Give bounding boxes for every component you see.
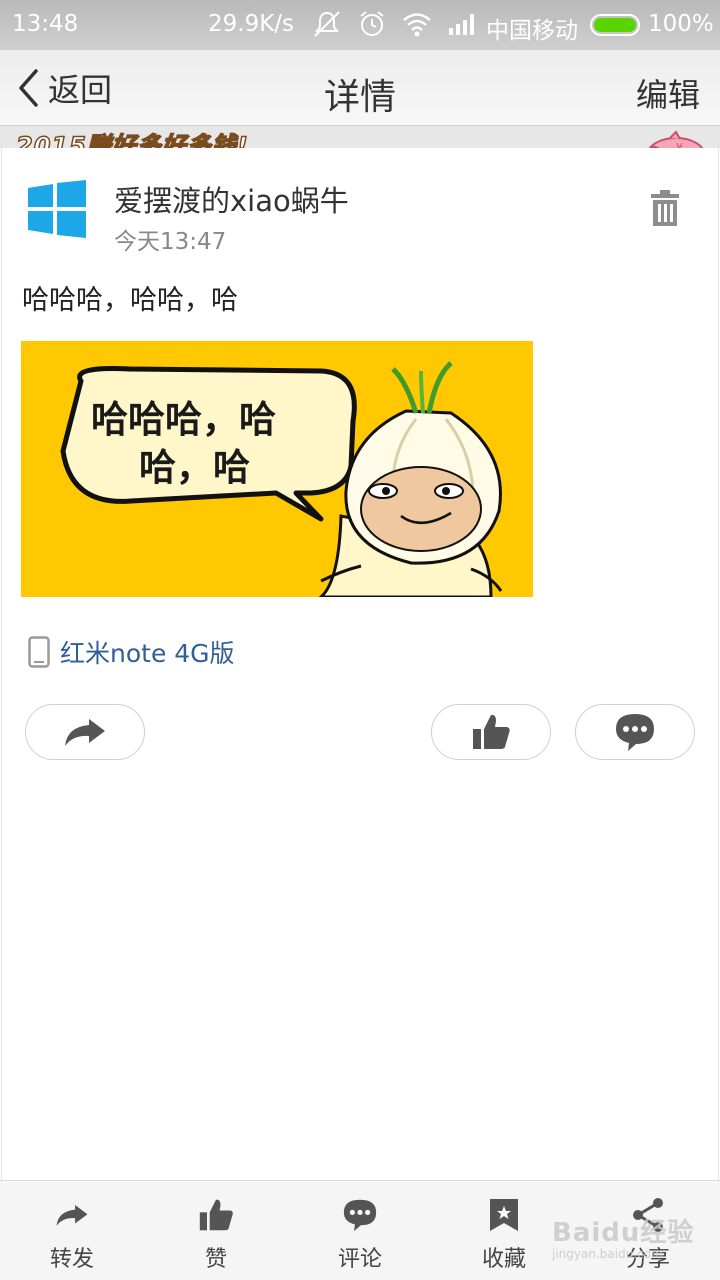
signal-icon: [449, 14, 474, 35]
share-button[interactable]: [25, 704, 145, 760]
device-label: 红米note 4G版: [60, 639, 235, 668]
tab-label: 收藏: [481, 1247, 526, 1272]
tab-forward[interactable]: 转发: [0, 1181, 144, 1280]
post-text: 哈哈哈，哈哈，哈: [22, 285, 238, 316]
trash-icon[interactable]: [650, 190, 680, 226]
promo-banner: 2015赚好多好多钱!: [0, 126, 720, 161]
thumbs-up-icon: [199, 1199, 233, 1231]
back-label: 返回: [48, 71, 113, 109]
post-timestamp: 今天13:47: [114, 229, 227, 255]
battery-icon: [590, 14, 640, 36]
tab-favorite[interactable]: 收藏: [432, 1181, 576, 1280]
status-icons: [312, 10, 478, 38]
avatar[interactable]: [26, 180, 88, 238]
post-image[interactable]: 哈哈哈，哈 哈，哈: [21, 341, 533, 597]
network-speed: 29.9K/s: [208, 11, 295, 37]
edit-button[interactable]: 编辑: [636, 70, 700, 116]
forward-icon: [56, 1204, 88, 1226]
tab-label: 评论: [337, 1247, 382, 1272]
bookmark-icon: [490, 1199, 518, 1231]
share-icon: [65, 719, 105, 746]
phone-icon: [28, 636, 50, 668]
alarm-icon: [360, 11, 384, 36]
bubble-text-line1: 哈哈哈，哈: [91, 398, 276, 441]
wifi-icon: [403, 13, 431, 37]
battery-percent: 100%: [648, 11, 714, 37]
tab-like[interactable]: 赞: [144, 1181, 288, 1280]
like-button[interactable]: [431, 704, 551, 760]
status-time: 13:48: [12, 11, 79, 37]
carrier-name: 中国移动: [486, 18, 578, 44]
title-bar: 返回 详情 编辑: [0, 50, 720, 126]
tab-label: 分享: [625, 1247, 670, 1272]
comment-button[interactable]: [575, 704, 695, 760]
bottom-toolbar: 转发 赞 评论 收藏 分享: [0, 1180, 720, 1280]
status-bar: 13:48 29.9K/s 中国移动 100%: [0, 0, 720, 50]
tab-share[interactable]: 分享: [576, 1181, 720, 1280]
tab-label: 转发: [49, 1247, 94, 1272]
tab-comment[interactable]: 评论: [288, 1181, 432, 1280]
comment-icon: [616, 714, 654, 751]
like-icon: [473, 714, 510, 749]
cartoon-illustration: [60, 361, 503, 597]
post-username[interactable]: 爱摆渡的xiao蜗牛: [114, 178, 349, 220]
share-icon: [633, 1198, 663, 1232]
mute-icon: [314, 11, 340, 37]
chevron-left-icon: [19, 69, 38, 107]
back-button[interactable]: 返回: [16, 68, 113, 109]
comment-icon: [343, 1199, 377, 1232]
device-source[interactable]: 红米note 4G版: [28, 634, 235, 670]
bubble-text-line2: 哈，哈: [139, 446, 250, 489]
tab-label: 赞: [204, 1247, 227, 1272]
